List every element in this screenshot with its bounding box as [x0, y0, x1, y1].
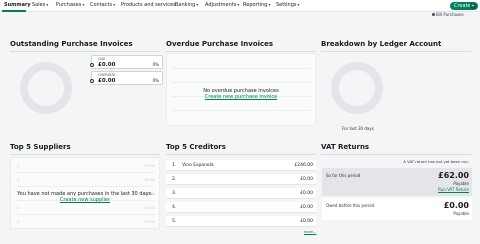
- creditor-amount: £0.00: [300, 205, 313, 210]
- ledger-donut: [331, 62, 383, 114]
- creditor-amount: £0.00: [300, 177, 313, 182]
- purchases-chip[interactable]: Bill Purchases: [432, 12, 464, 17]
- vat-so-far-status: Payable: [453, 181, 469, 186]
- creditors-divider: [166, 154, 316, 155]
- vat-before-label: Owed before this period: [326, 203, 375, 208]
- nav-summary[interactable]: Summary: [4, 2, 31, 8]
- due-value: £0.00: [98, 62, 116, 68]
- outstanding-donut: [20, 62, 72, 114]
- create-button[interactable]: Create +: [450, 2, 478, 10]
- nav-adjustments[interactable]: Adjustments▾: [205, 2, 239, 8]
- nav-settings-label: Settings: [276, 2, 297, 8]
- overdue-pct: 0%: [152, 78, 159, 83]
- creditor-amount: £246.00: [294, 163, 313, 168]
- vat-note: A VAT return has not yet been run.: [403, 159, 469, 164]
- suppliers-divider: [10, 154, 160, 155]
- nav-reporting[interactable]: Reporting▾: [243, 2, 270, 8]
- nav-settings[interactable]: Settings▾: [276, 2, 300, 8]
- vat-title: VAT Returns: [321, 143, 370, 151]
- due-pct: 0%: [152, 62, 159, 67]
- chevron-down-icon: ▾: [82, 2, 85, 7]
- due-marker-icon: [90, 63, 94, 67]
- overdue-value: £0.00: [98, 78, 116, 84]
- nav-sales[interactable]: Sales▾: [32, 2, 48, 8]
- nav-adjustments-label: Adjustments: [205, 2, 237, 8]
- create-button-label: Create: [454, 3, 471, 9]
- vat-previous-period: Owed before this period £0.00 Payable: [322, 198, 472, 220]
- vat-before-status: Payable: [453, 211, 469, 216]
- overdue-label: OVERDUE: [98, 73, 116, 77]
- due-label: DUE: [98, 57, 106, 61]
- suppliers-title: Top 5 Suppliers: [10, 143, 71, 151]
- overdue-divider: [166, 51, 316, 52]
- ghost-index: 5.: [17, 220, 21, 224]
- nav-banking[interactable]: Banking▾: [175, 2, 198, 8]
- ghost-row: [171, 68, 311, 69]
- nav-banking-label: Banking: [175, 2, 196, 8]
- ghost-row: [171, 110, 311, 111]
- due-legend[interactable]: DUE £0.00 0%: [90, 55, 163, 69]
- nav-contacts[interactable]: Contacts▾: [90, 2, 115, 8]
- creditor-amount: £0.00: [300, 191, 313, 196]
- ghost-row: [171, 82, 311, 83]
- nav-active-indicator: [2, 10, 26, 12]
- chip-label: Bill Purchases: [436, 12, 464, 17]
- overdue-panel-title: Overdue Purchase Invoices: [166, 40, 274, 48]
- ghost-row: [15, 214, 155, 215]
- vat-so-far-amount: £62.00: [438, 171, 469, 180]
- nav-contacts-label: Contacts: [90, 2, 113, 8]
- chip-dot-icon: [432, 13, 435, 16]
- chevron-down-icon: ▾: [237, 2, 240, 7]
- overdue-legend[interactable]: OVERDUE £0.00 0%: [90, 71, 163, 85]
- ghost-value: £0.00: [144, 206, 155, 210]
- nav-purchases-label: Purchases: [56, 2, 82, 8]
- ghost-value: £0.00: [144, 178, 155, 182]
- plus-icon: +: [470, 3, 476, 9]
- ghost-index: 1.: [17, 164, 21, 168]
- creditor-name: Vino Espanola: [182, 163, 214, 168]
- nav-reporting-label: Reporting: [243, 2, 268, 8]
- creditor-row[interactable]: 4. £0.00: [166, 202, 316, 213]
- ghost-index: 4.: [17, 206, 21, 210]
- vat-so-far-label: So far this period: [326, 173, 361, 178]
- ledger-divider: [321, 51, 471, 52]
- creditor-index: 5.: [172, 219, 177, 224]
- creditor-index: 2.: [172, 177, 177, 182]
- nav-purchases[interactable]: Purchases▾: [56, 2, 84, 8]
- top-nav: Summary Sales▾ Purchases▾ Contacts▾ Prod…: [0, 0, 480, 12]
- ledger-title: Breakdown by Ledger Account: [321, 40, 442, 48]
- run-vat-return-link[interactable]: Run VAT Return: [438, 187, 469, 192]
- ghost-row: [15, 186, 155, 187]
- ghost-index: 2.: [17, 178, 21, 182]
- creditor-index: 4.: [172, 205, 177, 210]
- outstanding-title: Outstanding Purchase Invoices: [10, 40, 133, 48]
- creditors-more-link[interactable]: more...: [304, 230, 316, 234]
- chevron-down-icon: ▾: [196, 2, 199, 7]
- chevron-down-icon: ▾: [113, 2, 116, 7]
- ghost-value: £0.00: [144, 220, 155, 224]
- vat-before-amount: £0.00: [443, 201, 469, 210]
- creditor-amount: £0.00: [300, 219, 313, 224]
- creditors-title: Top 5 Creditors: [166, 143, 226, 151]
- outstanding-divider: [10, 51, 160, 52]
- chevron-down-icon: ▾: [268, 2, 271, 7]
- chevron-down-icon: ▾: [297, 2, 300, 7]
- nav-sales-label: Sales: [32, 2, 46, 8]
- creditor-row[interactable]: 5. £0.00: [166, 216, 316, 227]
- creditor-row[interactable]: 3. £0.00: [166, 188, 316, 199]
- creditor-row[interactable]: 2. £0.00: [166, 174, 316, 185]
- nav-products[interactable]: Products and services: [121, 2, 176, 8]
- overdue-marker-icon: [90, 79, 94, 83]
- creditor-index: 1.: [172, 163, 177, 168]
- creditor-row[interactable]: 1. Vino Espanola £246.00: [166, 160, 316, 171]
- creditor-index: 3.: [172, 191, 177, 196]
- vat-divider: [321, 154, 471, 155]
- create-purchase-invoice-link[interactable]: Create new purchase invoice: [166, 94, 316, 100]
- ghost-value: £0.00: [144, 164, 155, 168]
- ledger-caption: For last 30 days: [342, 126, 374, 131]
- ghost-row: [15, 172, 155, 173]
- create-supplier-link[interactable]: Create new supplier: [10, 197, 160, 203]
- vat-current-period: So far this period £62.00 Payable Run VA…: [322, 168, 472, 196]
- chevron-down-icon: ▾: [46, 2, 49, 7]
